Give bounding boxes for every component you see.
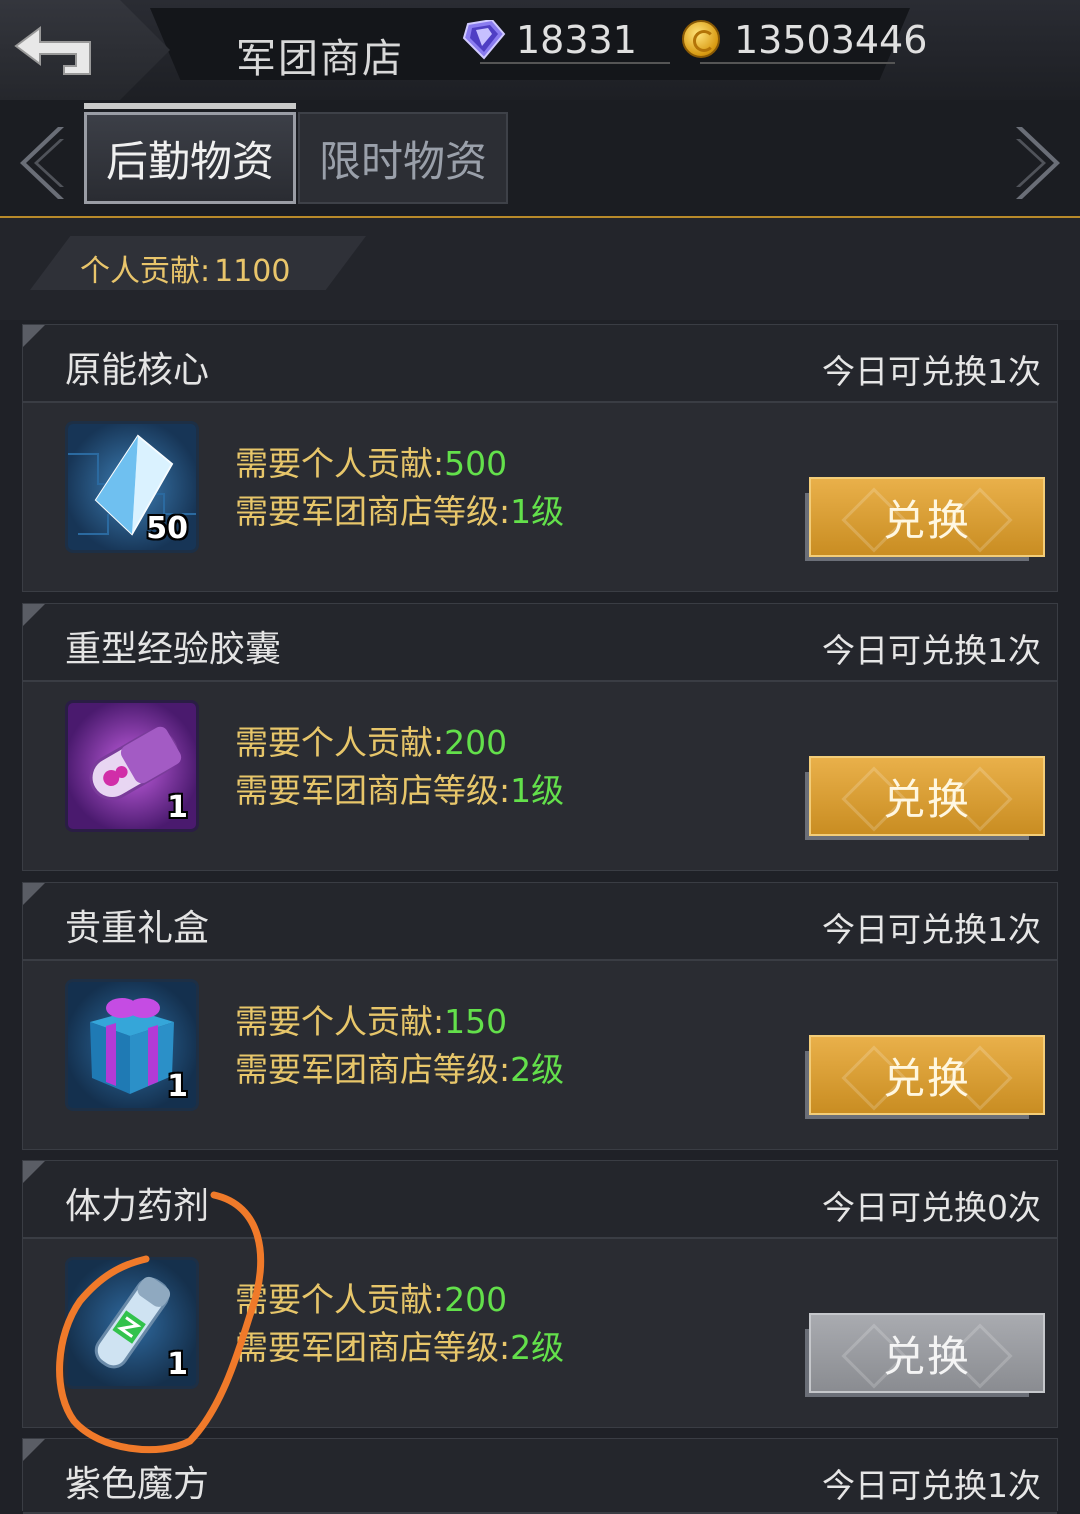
required-shop-level: 需要军团商店等级:1级: [235, 764, 564, 812]
shop-item-card: 紫色魔方 今日可兑换1次: [22, 1438, 1058, 1514]
shop-item-card: 贵重礼盒 今日可兑换1次 1 需要个人贡献:150 需要军团商店等级:2级 兑换: [22, 882, 1058, 1150]
shop-item-card: 体力药剂 今日可兑换0次 1 需要个人贡献:200 需要军团商店等级:2级 兑换: [22, 1160, 1058, 1428]
divider: [700, 62, 895, 64]
item-quantity: 50: [146, 511, 188, 546]
exp-capsule-icon[interactable]: 1: [65, 700, 199, 832]
req-label: 需要个人贡献:: [235, 1280, 445, 1319]
gold-balance: 13503446: [734, 18, 928, 62]
req-label: 需要军团商店等级:: [235, 771, 511, 810]
diamond-balance: 18331: [516, 18, 637, 62]
daily-limit: 今日可兑换0次: [822, 1188, 1041, 1227]
req-value: 1级: [510, 492, 565, 531]
req-value: 150: [444, 1002, 508, 1041]
chevron-left-icon[interactable]: [18, 125, 68, 201]
item-quantity: 1: [167, 790, 188, 825]
req-value: 2级: [510, 1050, 565, 1089]
item-quantity: 1: [167, 1347, 188, 1382]
item-name: 贵重礼盒: [65, 908, 210, 949]
exchange-button[interactable]: 兑换: [809, 756, 1045, 836]
item-name: 重型经验胶囊: [65, 629, 282, 670]
req-label: 需要军团商店等级:: [235, 492, 511, 531]
required-shop-level: 需要军团商店等级:1级: [235, 485, 564, 533]
req-label: 需要军团商店等级:: [235, 1328, 511, 1367]
req-value: 2级: [510, 1328, 565, 1367]
required-contribution: 需要个人贡献:500: [235, 437, 507, 485]
crystal-icon[interactable]: 50: [65, 421, 199, 553]
card-header: 原能核心 今日可兑换1次: [23, 325, 1057, 403]
shop-item-card: 原能核心 今日可兑换1次 50 需要个人贡献:500 需要军团商店等级:1级 兑…: [22, 324, 1058, 592]
item-name: 紫色魔方: [65, 1464, 210, 1505]
top-bar: 军团商店 18331 13503446: [0, 0, 1080, 100]
gold-coin-icon: [682, 20, 720, 58]
req-value: 200: [444, 723, 508, 762]
stamina-potion-icon[interactable]: 1: [65, 1257, 199, 1389]
required-contribution: 需要个人贡献:200: [235, 716, 507, 764]
req-label: 需要个人贡献:: [235, 444, 445, 483]
tab-limited-time[interactable]: 限时物资: [298, 112, 508, 204]
required-contribution: 需要个人贡献:150: [235, 995, 507, 1043]
divider: [480, 62, 670, 64]
req-label: 需要军团商店等级:: [235, 1050, 511, 1089]
shop-item-card: 重型经验胶囊 今日可兑换1次 1 需要个人贡献:200 需要军团商店等级:1级 …: [22, 603, 1058, 871]
chevron-right-icon[interactable]: [1012, 125, 1062, 201]
req-value: 500: [444, 444, 508, 483]
back-button[interactable]: [0, 0, 170, 100]
item-quantity: 1: [167, 1069, 188, 1104]
exchange-button[interactable]: 兑换: [809, 1035, 1045, 1115]
exchange-button[interactable]: 兑换: [809, 477, 1045, 557]
req-label: 需要个人贡献:: [235, 1002, 445, 1041]
gift-box-icon[interactable]: 1: [65, 979, 199, 1111]
daily-limit: 今日可兑换1次: [822, 1466, 1041, 1505]
diamond-icon: [462, 20, 506, 60]
exchange-button-disabled[interactable]: 兑换: [809, 1313, 1045, 1393]
card-header: 贵重礼盒 今日可兑换1次: [23, 883, 1057, 961]
shop-title: 军团商店: [236, 36, 404, 82]
item-name: 体力药剂: [65, 1186, 210, 1227]
required-contribution: 需要个人贡献:200: [235, 1273, 507, 1321]
card-header: 紫色魔方 今日可兑换1次: [23, 1439, 1057, 1514]
req-label: 需要个人贡献:: [235, 723, 445, 762]
tab-logistics[interactable]: 后勤物资: [84, 103, 296, 204]
daily-limit: 今日可兑换1次: [822, 631, 1041, 670]
item-name: 原能核心: [65, 350, 210, 391]
contribution-value: 1100: [214, 254, 291, 289]
daily-limit: 今日可兑换1次: [822, 352, 1041, 391]
back-arrow-icon: [14, 26, 91, 75]
card-header: 重型经验胶囊 今日可兑换1次: [23, 604, 1057, 682]
req-value: 1级: [510, 771, 565, 810]
req-value: 200: [444, 1280, 508, 1319]
daily-limit: 今日可兑换1次: [822, 910, 1041, 949]
required-shop-level: 需要军团商店等级:2级: [235, 1043, 564, 1091]
required-shop-level: 需要军团商店等级:2级: [235, 1321, 564, 1369]
contribution-label-text: 个人贡献:: [80, 254, 211, 289]
card-header: 体力药剂 今日可兑换0次: [23, 1161, 1057, 1239]
contribution-label: 个人贡献: 1100: [76, 246, 290, 290]
